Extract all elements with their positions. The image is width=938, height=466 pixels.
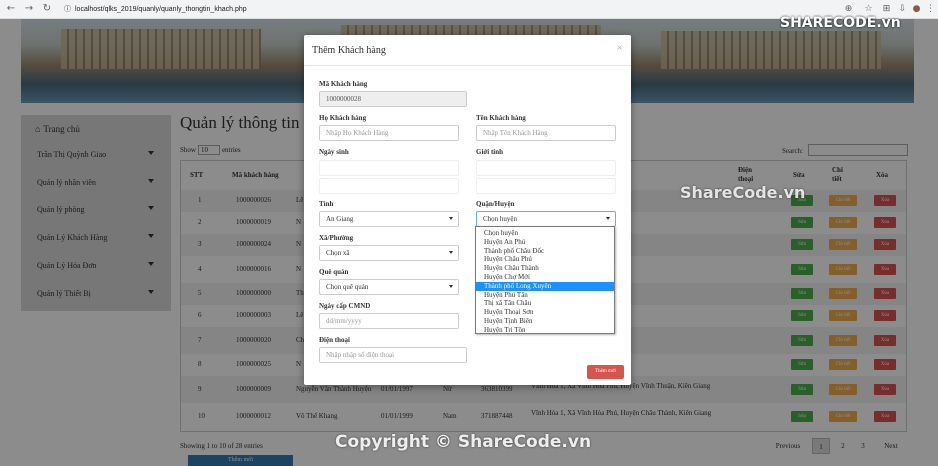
watermark-center: ShareCode.vn bbox=[680, 183, 806, 202]
xa-value: Chọn xã bbox=[326, 249, 350, 257]
modal-title: Thêm Khách hàng bbox=[312, 45, 386, 56]
quan-value: Chọn huyện bbox=[483, 215, 518, 223]
dropdown-option[interactable]: Huyện Tịnh Biên bbox=[476, 317, 614, 326]
que-label: Quê quán bbox=[319, 268, 349, 276]
reload-icon[interactable]: ↻ bbox=[40, 2, 54, 16]
dropdown-option[interactable]: Thành phố Châu Đốc bbox=[476, 247, 614, 256]
tinh-select[interactable]: An Giang bbox=[319, 211, 459, 227]
dropdown-option[interactable]: Huyện Chợ Mới bbox=[476, 273, 614, 282]
gioitinh-input[interactable] bbox=[476, 160, 616, 176]
address-bar[interactable]: ⓘ localhost/qlks_2019/quanly/quanly_thon… bbox=[64, 4, 247, 14]
download-icon[interactable]: ⇩ bbox=[896, 2, 909, 16]
forward-icon[interactable]: → bbox=[22, 2, 36, 16]
dropdown-option[interactable]: Huyện Phú Tân bbox=[476, 291, 614, 300]
dropdown-option[interactable]: Huyện Tri Tôn bbox=[476, 326, 614, 335]
quan-dropdown-list: Chọn huyện Huyện An Phú Thành phố Châu Đốc… bbox=[475, 226, 615, 334]
quan-select[interactable]: Chọn huyện bbox=[476, 211, 616, 227]
star-icon[interactable]: ☆ bbox=[862, 2, 875, 16]
ten-input[interactable]: Nhập Tên Khách Hàng bbox=[476, 125, 616, 141]
ma-input: 1000000028 bbox=[319, 91, 467, 107]
que-value: Chọn quê quán bbox=[326, 283, 369, 291]
copyright-watermark: Copyright © ShareCode.vn bbox=[335, 432, 592, 452]
close-icon[interactable]: × bbox=[616, 43, 623, 52]
chevron-down-icon bbox=[449, 251, 453, 254]
dropdown-option[interactable]: Thị xã Tân Châu bbox=[476, 299, 614, 308]
xa-label: Xã/Phường bbox=[319, 234, 354, 242]
back-icon[interactable]: ← bbox=[4, 2, 18, 16]
chevron-down-icon bbox=[449, 285, 453, 288]
url-text: localhost/qlks_2019/quanly/quanly_thongt… bbox=[75, 5, 247, 13]
ngaysinh-input-2[interactable] bbox=[319, 178, 459, 194]
avatar[interactable]: ● bbox=[910, 2, 923, 16]
gioitinh-label: Giới tính bbox=[476, 148, 504, 156]
ngaysinh-label: Ngày sinh bbox=[319, 148, 349, 156]
dropdown-option[interactable]: Thành phố Long Xuyên bbox=[476, 281, 614, 291]
sharecode-logo: SHARECODE.vn bbox=[780, 15, 901, 31]
submit-button[interactable]: Thêm mới bbox=[587, 365, 624, 379]
xa-select[interactable]: Chọn xã bbox=[319, 245, 459, 261]
extensions-icon[interactable]: ⊞ bbox=[880, 2, 893, 16]
quan-label: Quận/Huyện bbox=[476, 200, 515, 208]
cmnd-label: Ngày cấp CMND bbox=[319, 302, 371, 310]
dt-input[interactable]: Nhập nhập số điện thoại bbox=[319, 347, 467, 363]
ngaysinh-input[interactable] bbox=[319, 160, 459, 176]
tinh-value: An Giang bbox=[326, 215, 354, 223]
ho-input[interactable]: Nhập Họ Khách Hàng bbox=[319, 125, 459, 141]
dropdown-option[interactable]: Chọn huyện bbox=[476, 229, 614, 238]
ten-label: Tên Khách hàng bbox=[476, 114, 526, 122]
modal-divider bbox=[304, 65, 631, 66]
zoom-icon[interactable]: ⊕ bbox=[842, 2, 855, 16]
info-icon: ⓘ bbox=[64, 6, 71, 13]
que-select[interactable]: Chọn quê quán bbox=[319, 279, 459, 295]
dropdown-option[interactable]: Huyện Châu Phú bbox=[476, 255, 614, 264]
tinh-label: Tỉnh bbox=[319, 200, 334, 208]
chevron-down-icon bbox=[449, 217, 453, 220]
dropdown-option[interactable]: Huyện An Phú bbox=[476, 238, 614, 247]
dropdown-option[interactable]: Huyện Châu Thành bbox=[476, 264, 614, 273]
chevron-down-icon bbox=[606, 217, 610, 220]
ho-label: Họ Khách hàng bbox=[319, 114, 367, 122]
ma-label: Mã Khách hàng bbox=[319, 80, 368, 88]
dropdown-option[interactable]: Huyện Thoại Sơn bbox=[476, 308, 614, 317]
dt-label: Điện thoại bbox=[319, 336, 350, 344]
cmnd-date-input[interactable]: dd/mm/yyyy bbox=[319, 313, 459, 329]
gioitinh-input-2[interactable] bbox=[476, 178, 616, 194]
menu-icon[interactable]: ⋮ bbox=[924, 2, 937, 16]
